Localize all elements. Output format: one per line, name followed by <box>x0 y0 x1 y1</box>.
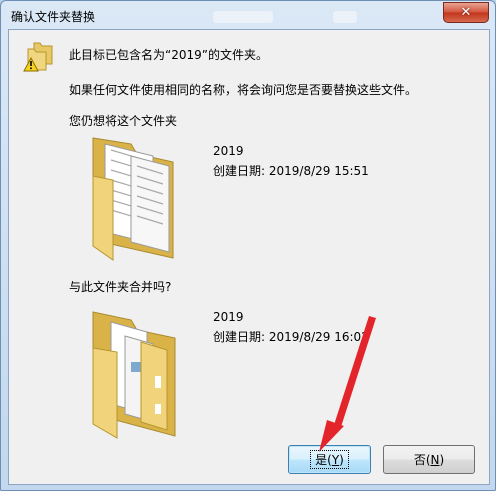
question-merge-part2: 与此文件夹合并吗? <box>69 280 172 294</box>
confirm-folder-replace-dialog: 确认文件夹替换 ✕ 此目标已包含名为“2019”的文件夹。 如果任何文件使用相同… <box>0 0 496 491</box>
folders-warning-icon <box>23 42 53 72</box>
title-bar[interactable]: 确认文件夹替换 ✕ <box>1 1 495 29</box>
folder-icon <box>92 311 176 439</box>
question-merge-part1: 您仍想将这个文件夹 <box>69 114 178 128</box>
glass-reflection <box>333 11 357 23</box>
message-folder-exists: 此目标已包含名为“2019”的文件夹。 <box>69 48 268 62</box>
source-folder-created-date: 创建日期: 2019/8/29 15:51 <box>213 164 369 178</box>
yes-button-label: 是( <box>315 453 332 467</box>
window-title: 确认文件夹替换 <box>11 10 96 24</box>
target-folder-name: 2019 <box>213 310 244 324</box>
yes-button[interactable]: 是(Y) <box>288 445 371 474</box>
yes-button-label-end: ) <box>339 453 344 467</box>
no-button-label: 否( <box>413 453 431 467</box>
close-icon: ✕ <box>460 5 472 20</box>
folder-icon <box>92 137 174 261</box>
close-button[interactable]: ✕ <box>443 2 489 23</box>
source-folder-name: 2019 <box>213 144 244 158</box>
glass-reflection <box>213 11 273 23</box>
dialog-body: 此目标已包含名为“2019”的文件夹。 如果任何文件使用相同的名称，将会询问您是… <box>8 29 490 485</box>
target-folder-created-date: 创建日期: 2019/8/29 16:02 <box>213 330 369 344</box>
no-button-label-end: ) <box>439 453 445 467</box>
no-button[interactable]: 否(N) <box>383 445 475 474</box>
message-replace-info: 如果任何文件使用相同的名称，将会询问您是否要替换这些文件。 <box>69 83 418 97</box>
